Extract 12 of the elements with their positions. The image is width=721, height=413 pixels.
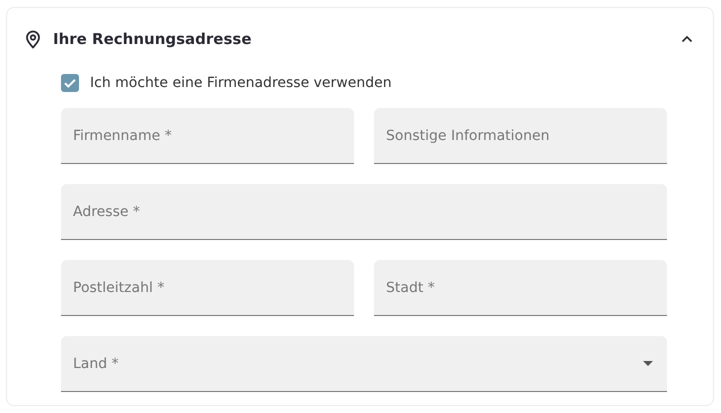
dropdown-caret-icon: [643, 361, 653, 366]
input-field[interactable]: Firmenname *: [61, 108, 354, 164]
input-field[interactable]: Adresse *: [61, 184, 667, 240]
checkbox[interactable]: [61, 74, 79, 92]
input-field[interactable]: Postleitzahl *: [61, 260, 354, 316]
input-field[interactable]: Sonstige Informationen: [374, 108, 667, 164]
select-field[interactable]: Land *: [61, 336, 667, 392]
chevron-up-icon: [681, 35, 693, 43]
section-title: Ihre Rechnungsadresse: [53, 30, 253, 48]
input-field[interactable]: Stadt *: [374, 260, 667, 316]
location-pin-icon: [23, 29, 43, 49]
checkbox-label: Ich möchte eine Firmenadresse verwenden: [90, 75, 392, 91]
